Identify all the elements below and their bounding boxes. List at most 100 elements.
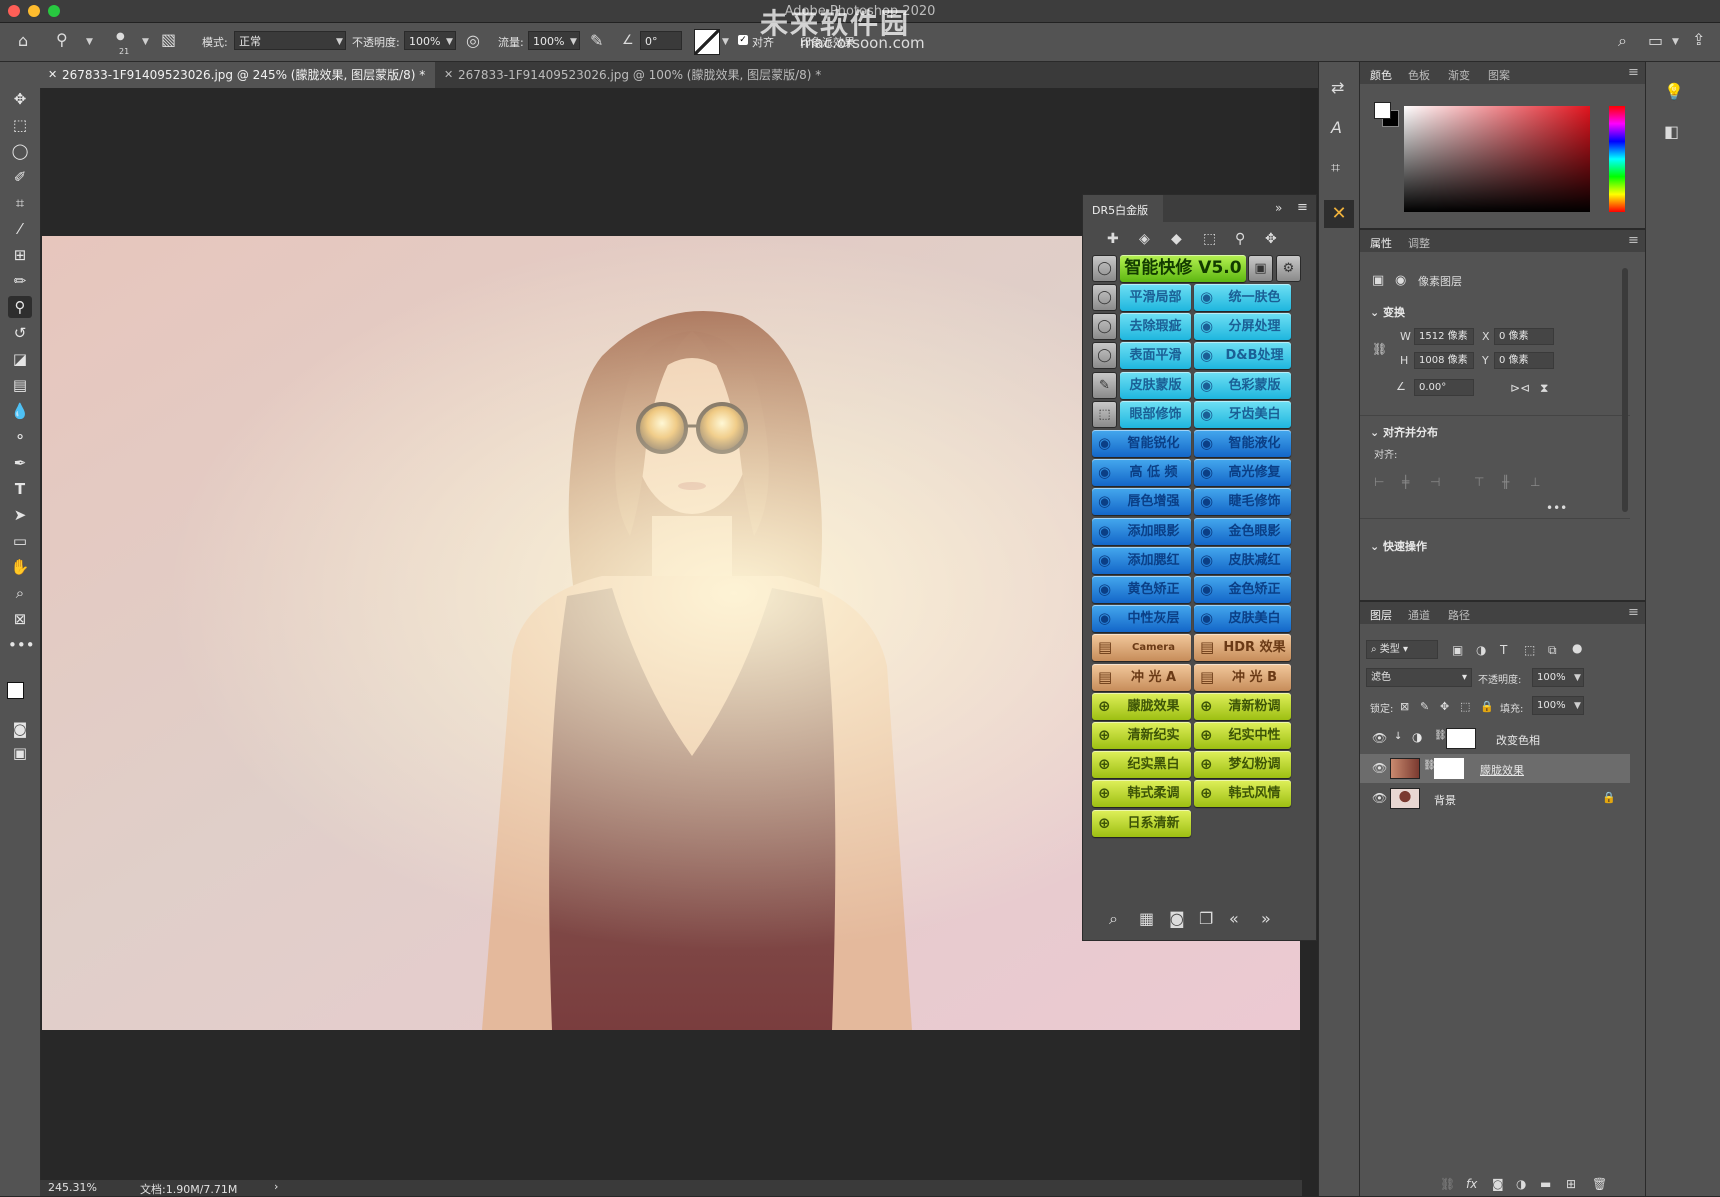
fg-swatch[interactable] [1374, 102, 1391, 119]
panel-menu-icon[interactable]: ≡ [1628, 605, 1639, 620]
history-brush-tool-icon[interactable]: ↺ [8, 322, 32, 344]
dr5-action-button[interactable]: ◉ 智能锐化 [1092, 430, 1191, 457]
dr5-action-button[interactable]: ◉ 中性灰层 [1092, 605, 1191, 633]
chevron-down-icon[interactable]: ▼ [1574, 673, 1581, 683]
blur-tool-icon[interactable]: 💧 [8, 400, 32, 422]
libraries-icon[interactable]: ◧ [1664, 124, 1679, 140]
new-adjustment-icon[interactable]: ◑ [1516, 1176, 1526, 1192]
dr5-action-button[interactable]: ◉ D&B处理 [1194, 342, 1291, 370]
mode-mini-button[interactable]: ▣ [1248, 255, 1273, 282]
visibility-eye-icon[interactable]: 👁 [1372, 791, 1387, 805]
quick-select-tool-icon[interactable]: ✐ [8, 166, 32, 188]
chevron-down-icon[interactable]: ▼ [722, 37, 729, 47]
dr5-action-button[interactable]: ◉ 金色矫正 [1194, 576, 1291, 603]
dr5-action-button[interactable]: ◉表面平滑 [1120, 342, 1191, 370]
smart-fix-button[interactable]: 智能快修 V5.0 [1120, 255, 1246, 282]
lasso-icon[interactable]: ◯ [1092, 313, 1117, 341]
filter-pixel-icon[interactable]: ▣ [1452, 642, 1463, 658]
dr5-action-button[interactable]: ◉ 牙齿美白 [1194, 400, 1291, 428]
dr5-action-button[interactable]: ⊕ 纪实中性 [1194, 722, 1291, 749]
type-tool-icon[interactable]: T [8, 478, 32, 500]
mask-icon[interactable]: ◉ [1395, 273, 1406, 289]
align-section[interactable]: ⌄ 对齐并分布 [1370, 424, 1438, 440]
dr5-action-button[interactable]: ◉ 高 低 频 [1092, 459, 1191, 487]
pressure-size-icon[interactable] [694, 29, 720, 55]
eyedropper-tool-icon[interactable]: ⁄ [8, 218, 32, 240]
delete-layer-icon[interactable]: 🗑 [1592, 1176, 1607, 1192]
x-field[interactable]: 0 像素 [1494, 328, 1554, 345]
link-icon[interactable]: ⛓ [1434, 730, 1447, 741]
rotate-field[interactable]: 0.00° [1414, 379, 1474, 396]
dr5-action-button[interactable]: ▤ 冲 光 A [1092, 663, 1191, 691]
panel-menu-icon[interactable]: ≡ [1628, 65, 1639, 80]
dr5-action-button[interactable]: ◉ 统一肤色 [1194, 284, 1291, 311]
dr5-action-button[interactable]: ◉ 分屏处理 [1194, 313, 1291, 341]
layer-row[interactable]: 👁 背景 🔒 [1360, 784, 1630, 813]
crop-tool-icon[interactable]: ⌗ [8, 192, 32, 214]
align-right-icon[interactable]: ⊣ [1430, 474, 1440, 490]
hand-tool-icon[interactable]: ✋ [8, 556, 32, 578]
screen-mode-icon[interactable]: ▣ [8, 742, 32, 764]
frame-tool-icon[interactable]: ⊠ [8, 608, 32, 630]
tab-color[interactable]: 颜色 [1370, 67, 1392, 83]
flip-horizontal-icon[interactable]: ⊳⊲ [1510, 380, 1530, 396]
tab-properties[interactable]: 属性 [1370, 235, 1392, 251]
next-icon[interactable]: » [1261, 911, 1271, 927]
color-field[interactable] [1404, 106, 1590, 212]
lock-pixels-icon[interactable]: ✎ [1420, 699, 1429, 715]
airbrush-icon[interactable]: ✎ [590, 33, 603, 49]
dr5-action-button[interactable]: ▤ HDR 效果 [1194, 634, 1291, 662]
bandage-icon[interactable]: ◈ [1139, 231, 1150, 247]
foreground-color-swatch[interactable] [7, 682, 24, 699]
y-field[interactable]: 0 像素 [1494, 352, 1554, 369]
search-icon[interactable]: ⌕ [1618, 33, 1627, 49]
panel-menu-icon[interactable]: ≡ [1628, 233, 1639, 248]
dr5-action-button[interactable]: ▤ 冲 光 B [1194, 663, 1291, 691]
align-left-icon[interactable]: ⊢ [1374, 474, 1384, 490]
layer-thumbnail[interactable] [1390, 788, 1420, 809]
tab-patterns[interactable]: 图案 [1488, 67, 1510, 83]
lock-artboard-icon[interactable]: ⬚ [1460, 699, 1470, 715]
width-field[interactable]: 1512 像素 [1414, 328, 1474, 345]
filter-type-icon[interactable]: T [1500, 642, 1507, 658]
flip-vertical-icon[interactable]: ⧗ [1540, 380, 1548, 396]
close-icon[interactable]: ✕ [48, 62, 57, 88]
layer-row-selected[interactable]: 👁 ⛓ 朦胧效果 [1360, 754, 1630, 783]
move-tool-icon[interactable]: ✥ [8, 88, 32, 110]
dr5-action-button[interactable]: ⊕ 清新纪实 [1092, 722, 1191, 749]
dr5-action-button[interactable]: ⊕ 清新粉调 [1194, 692, 1291, 720]
layer-mask-thumbnail[interactable] [1446, 728, 1476, 749]
learn-icon[interactable]: 💡 [1664, 84, 1684, 100]
dr5-action-button[interactable]: ◉ 金色眼影 [1194, 517, 1291, 545]
lock-all-icon[interactable]: 🔒 [1480, 699, 1494, 715]
camera-icon[interactable]: ◙ [1169, 911, 1185, 927]
dr5-action-button[interactable]: ◉去除瑕疵 [1120, 313, 1191, 341]
chevron-down-icon[interactable]: ▼ [1574, 701, 1581, 711]
dr5-action-button[interactable]: ◉ 皮肤减红 [1194, 546, 1291, 574]
lasso-tool-icon[interactable]: ◯ [8, 140, 32, 162]
lock-transparent-icon[interactable]: ⊠ [1400, 699, 1409, 715]
collapse-icon[interactable]: » [1275, 201, 1282, 215]
dr5-action-button[interactable]: ◉ 色彩蒙版 [1194, 371, 1291, 399]
dr5-action-button[interactable]: ⊕ 梦幻粉调 [1194, 751, 1291, 779]
dr5-action-button[interactable]: ◉ 睫毛修饰 [1194, 488, 1291, 516]
layer-name[interactable]: 改变色相 [1496, 732, 1540, 748]
character-panel-icon[interactable]: A [1331, 120, 1342, 136]
dr5-action-button[interactable]: ⊕ 日系清新 [1092, 809, 1191, 837]
close-icon[interactable]: ✕ [444, 62, 453, 88]
clone-stamp-tool-icon[interactable]: ⚲ [8, 296, 32, 318]
filter-adjustment-icon[interactable]: ◑ [1476, 642, 1486, 658]
tab-paths[interactable]: 路径 [1448, 607, 1470, 623]
mode-select[interactable]: 正常 [234, 31, 346, 50]
dr5-action-button[interactable]: ◉ 添加眼影 [1092, 517, 1191, 545]
layer-mask-thumbnail[interactable] [1434, 758, 1464, 779]
blend-mode-select[interactable]: 滤色 ▾ [1366, 668, 1472, 687]
dr5-panel-icon[interactable]: ✕ [1324, 200, 1354, 228]
link-layers-icon[interactable]: ⛓ [1440, 1176, 1455, 1192]
angle-input[interactable]: 0° [640, 31, 682, 50]
clone-icon[interactable]: ✥ [1265, 231, 1277, 247]
transform-section[interactable]: ⌄ 变换 [1370, 304, 1405, 320]
rectangle-tool-icon[interactable]: ▭ [8, 530, 32, 552]
align-top-icon[interactable]: ⊤ [1474, 474, 1484, 490]
zoom-tool-icon[interactable]: ⌕ [8, 582, 32, 604]
